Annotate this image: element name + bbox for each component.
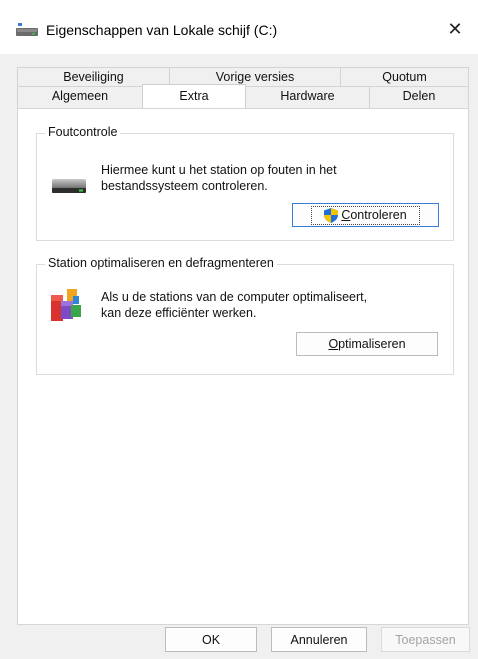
optimize-line2: kan deze efficiënter werken. [101, 306, 257, 320]
properties-dialog: Eigenschappen van Lokale schijf (C:) ✕ B… [0, 0, 478, 659]
check-button-accel: C [341, 208, 351, 222]
tab-delen[interactable]: Delen [369, 86, 469, 108]
optimize-group: Station optimaliseren en defragmenteren … [36, 256, 454, 375]
window-title: Eigenschappen van Lokale schijf (C:) [46, 22, 278, 38]
error-check-line2: bestandssysteem controleren. [101, 179, 268, 193]
cancel-button[interactable]: Annuleren [271, 627, 367, 652]
hard-drive-icon [52, 179, 86, 193]
error-check-title: Foutcontrole [45, 125, 121, 139]
tab-extra[interactable]: Extra [142, 84, 246, 108]
optimize-button[interactable]: Optimaliseren [296, 332, 438, 356]
close-button[interactable]: ✕ [438, 14, 472, 44]
close-icon: ✕ [447, 18, 463, 39]
drive-title-icon [16, 23, 38, 36]
check-button[interactable]: Controleren [292, 203, 439, 227]
optimize-button-label: ptimaliseren [338, 337, 406, 351]
apply-button[interactable]: Toepassen [381, 627, 470, 652]
tab-hardware[interactable]: Hardware [245, 86, 370, 108]
tab-quotum[interactable]: Quotum [340, 67, 469, 86]
defrag-icon [51, 289, 81, 321]
error-check-line1: Hiermee kunt u het station op fouten in … [101, 163, 337, 177]
tab-panel-extra: Foutcontrole Hiermee kunt u het station … [17, 108, 469, 625]
check-button-label: ontroleren [350, 208, 407, 222]
optimize-title: Station optimaliseren en defragmenteren [45, 256, 277, 270]
tab-algemeen[interactable]: Algemeen [17, 86, 143, 108]
ok-button[interactable]: OK [165, 627, 257, 652]
error-check-group: Foutcontrole Hiermee kunt u het station … [36, 125, 454, 241]
check-button-focus-ring: Controleren [311, 205, 420, 225]
title-bar: Eigenschappen van Lokale schijf (C:) ✕ [0, 0, 478, 54]
uac-shield-icon [324, 207, 339, 223]
optimize-line1: Als u de stations van de computer optima… [101, 290, 368, 304]
optimize-button-accel: O [328, 337, 339, 351]
